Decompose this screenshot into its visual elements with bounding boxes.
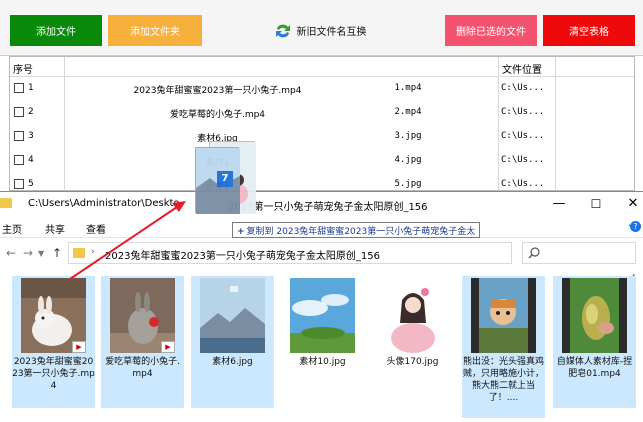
file-tile[interactable]: ▶ 2023兔年甜蜜蜜2023第一只小兔子.mp4 (12, 276, 95, 408)
file-label: 素材10.jpg (299, 357, 346, 367)
help-icon[interactable]: ? (630, 221, 641, 232)
toolbar: 添加文件 添加文件夹 新旧文件名互换 删除已选的文件 清空表格 (0, 0, 643, 56)
row-number: 4 (28, 155, 34, 165)
file-tile[interactable]: ▶ 爱吃草莓的小兔子.mp4 (101, 276, 184, 408)
girl-portrait-thumb-icon (380, 278, 445, 353)
folder-icon (73, 248, 85, 258)
row-checkbox[interactable] (14, 155, 24, 165)
original-name-cell: 2023兔年甜蜜蜜2023第一只小兔子.mp4 (133, 86, 302, 96)
location-cell: C:\Us... (501, 83, 545, 93)
search-icon (528, 247, 540, 259)
add-folder-button[interactable]: 添加文件夹 (108, 15, 202, 46)
file-tile[interactable]: 素材10.jpg (281, 276, 364, 408)
forward-arrow-icon[interactable]: → (23, 246, 33, 260)
tab-share[interactable]: 共享 (45, 221, 65, 236)
maximize-button[interactable]: ☐ (586, 195, 606, 213)
recent-locations-icon[interactable]: ▼ (38, 249, 44, 258)
video-badge-icon: ▶ (72, 341, 86, 353)
location-cell: C:\Us... (501, 155, 545, 165)
file-label: 头像170.jpg (386, 357, 439, 367)
back-arrow-icon[interactable]: ← (6, 246, 16, 260)
tab-view[interactable]: 查看 (86, 221, 106, 236)
file-label: 2023兔年甜蜜蜜2023第一只小兔子.mp4 (12, 357, 95, 391)
file-label: 爱吃草莓的小兔子.mp4 (105, 357, 180, 379)
new-name-cell: 5.jpg (394, 179, 422, 189)
table-row[interactable]: 4 素材1 4.jpg C:\Us... (10, 149, 634, 173)
drag-preview: 7 (191, 141, 261, 216)
video-badge-icon: ▶ (161, 341, 175, 353)
new-name-cell: 1.mp4 (394, 83, 422, 93)
original-name-cell: 爱吃草莓的小兔子.mp4 (169, 110, 266, 120)
table-row[interactable]: 1 2023兔年甜蜜蜜2023第一只小兔子.mp4 1.mp4 C:\Us... (10, 77, 634, 101)
landscape-thumb-icon (200, 278, 265, 353)
breadcrumb-chevron-icon[interactable]: › (91, 247, 95, 257)
soap-video-thumb-icon (562, 278, 627, 353)
folder-icon (0, 198, 12, 208)
window-title-path: C:\Users\Administrator\Deskto (28, 198, 180, 209)
row-number: 5 (28, 179, 34, 189)
filmstrip-icon (528, 278, 536, 353)
file-tile[interactable]: 熊出没：光头强真鸡贼，只用略施小计，熊大熊二就上当了！.... (462, 276, 545, 418)
file-label: 熊出没：光头强真鸡贼，只用略施小计，熊大熊二就上当了！.... (462, 357, 544, 403)
file-grid[interactable]: ▲ ▶ 2023兔年甜蜜蜜2023第一只小兔子.mp4 (0, 268, 643, 422)
sky-thumb-icon (290, 278, 355, 353)
row-number: 3 (28, 131, 34, 141)
swap-arrows-icon (275, 24, 290, 37)
row-checkbox[interactable] (14, 131, 24, 141)
address-bar[interactable]: › 2023兔年甜蜜蜜2023第一只小兔子萌宠兔子金太阳原创_156 ⌄ ↻ (68, 242, 559, 264)
rabbit-strawberry-thumb-icon: ▶ (110, 278, 175, 353)
swap-names-button[interactable]: 新旧文件名互换 (270, 15, 370, 46)
filmstrip-icon (619, 278, 627, 353)
col-location-header[interactable]: 文件位置 (502, 61, 542, 76)
location-cell: C:\Us... (501, 131, 545, 141)
drag-count-badge: 7 (217, 171, 233, 187)
row-number: 1 (28, 83, 34, 93)
file-tile[interactable]: 头像170.jpg (371, 276, 454, 408)
cartoon-video-thumb-icon (471, 278, 536, 353)
add-file-button[interactable]: 添加文件 (10, 15, 102, 46)
table-row[interactable]: 3 素材6.jpg 3.jpg C:\Us... (10, 125, 634, 149)
up-arrow-icon[interactable]: ↑ (52, 246, 62, 260)
explorer-titlebar[interactable]: C:\Users\Administrator\Deskto 2023第一只小兔子… (0, 192, 643, 216)
swap-names-label: 新旧文件名互换 (296, 27, 367, 38)
filmstrip-icon (562, 278, 570, 353)
search-input[interactable] (522, 242, 636, 264)
file-label: 素材6.jpg (212, 357, 253, 367)
copy-to-tooltip: + 复制到 2023兔年甜蜜蜜2023第一只小兔子萌宠兔子金太 (232, 222, 481, 238)
minimize-button[interactable]: — (549, 195, 569, 213)
plus-icon: + (237, 227, 245, 237)
file-tile[interactable]: 素材6.jpg (191, 276, 274, 408)
close-button[interactable]: ✕ (623, 195, 643, 213)
table-row[interactable]: 2 爱吃草莓的小兔子.mp4 2.mp4 C:\Us... (10, 101, 634, 125)
row-checkbox[interactable] (14, 83, 24, 93)
tab-home[interactable]: 主页 (2, 221, 22, 236)
col-seq-header[interactable]: 序号 (13, 61, 33, 76)
table-header: 序号 文件位置 (10, 57, 634, 77)
new-name-cell: 2.mp4 (394, 107, 422, 117)
clear-table-button[interactable]: 清空表格 (543, 15, 635, 46)
filmstrip-icon (471, 278, 479, 353)
row-checkbox[interactable] (14, 179, 24, 189)
location-cell: C:\Us... (501, 179, 545, 189)
address-path[interactable]: 2023兔年甜蜜蜜2023第一只小兔子萌宠兔子金太阳原创_156 (105, 247, 380, 262)
file-label: 自媒体人素材库-捏肥皂01.mp4 (556, 357, 633, 379)
row-number: 2 (28, 107, 34, 117)
file-table[interactable]: 序号 文件位置 1 2023兔年甜蜜蜜2023第一只小兔子.mp4 1.mp4 … (9, 56, 635, 191)
new-name-cell: 4.jpg (394, 155, 422, 165)
address-bar-row: ← → ▼ ↑ › 2023兔年甜蜜蜜2023第一只小兔子萌宠兔子金太阳原创_1… (0, 238, 643, 268)
file-tile[interactable]: 自媒体人素材库-捏肥皂01.mp4 (553, 276, 636, 408)
rabbit-video-thumb-icon: ▶ (21, 278, 86, 353)
table-row[interactable]: 5 头像1 5.jpg C:\Us... (10, 173, 634, 190)
delete-selected-button[interactable]: 删除已选的文件 (445, 15, 537, 46)
row-checkbox[interactable] (14, 107, 24, 117)
location-cell: C:\Us... (501, 107, 545, 117)
new-name-cell: 3.jpg (394, 131, 422, 141)
copy-to-text: 复制到 2023兔年甜蜜蜜2023第一只小兔子萌宠兔子金太 (246, 227, 476, 237)
